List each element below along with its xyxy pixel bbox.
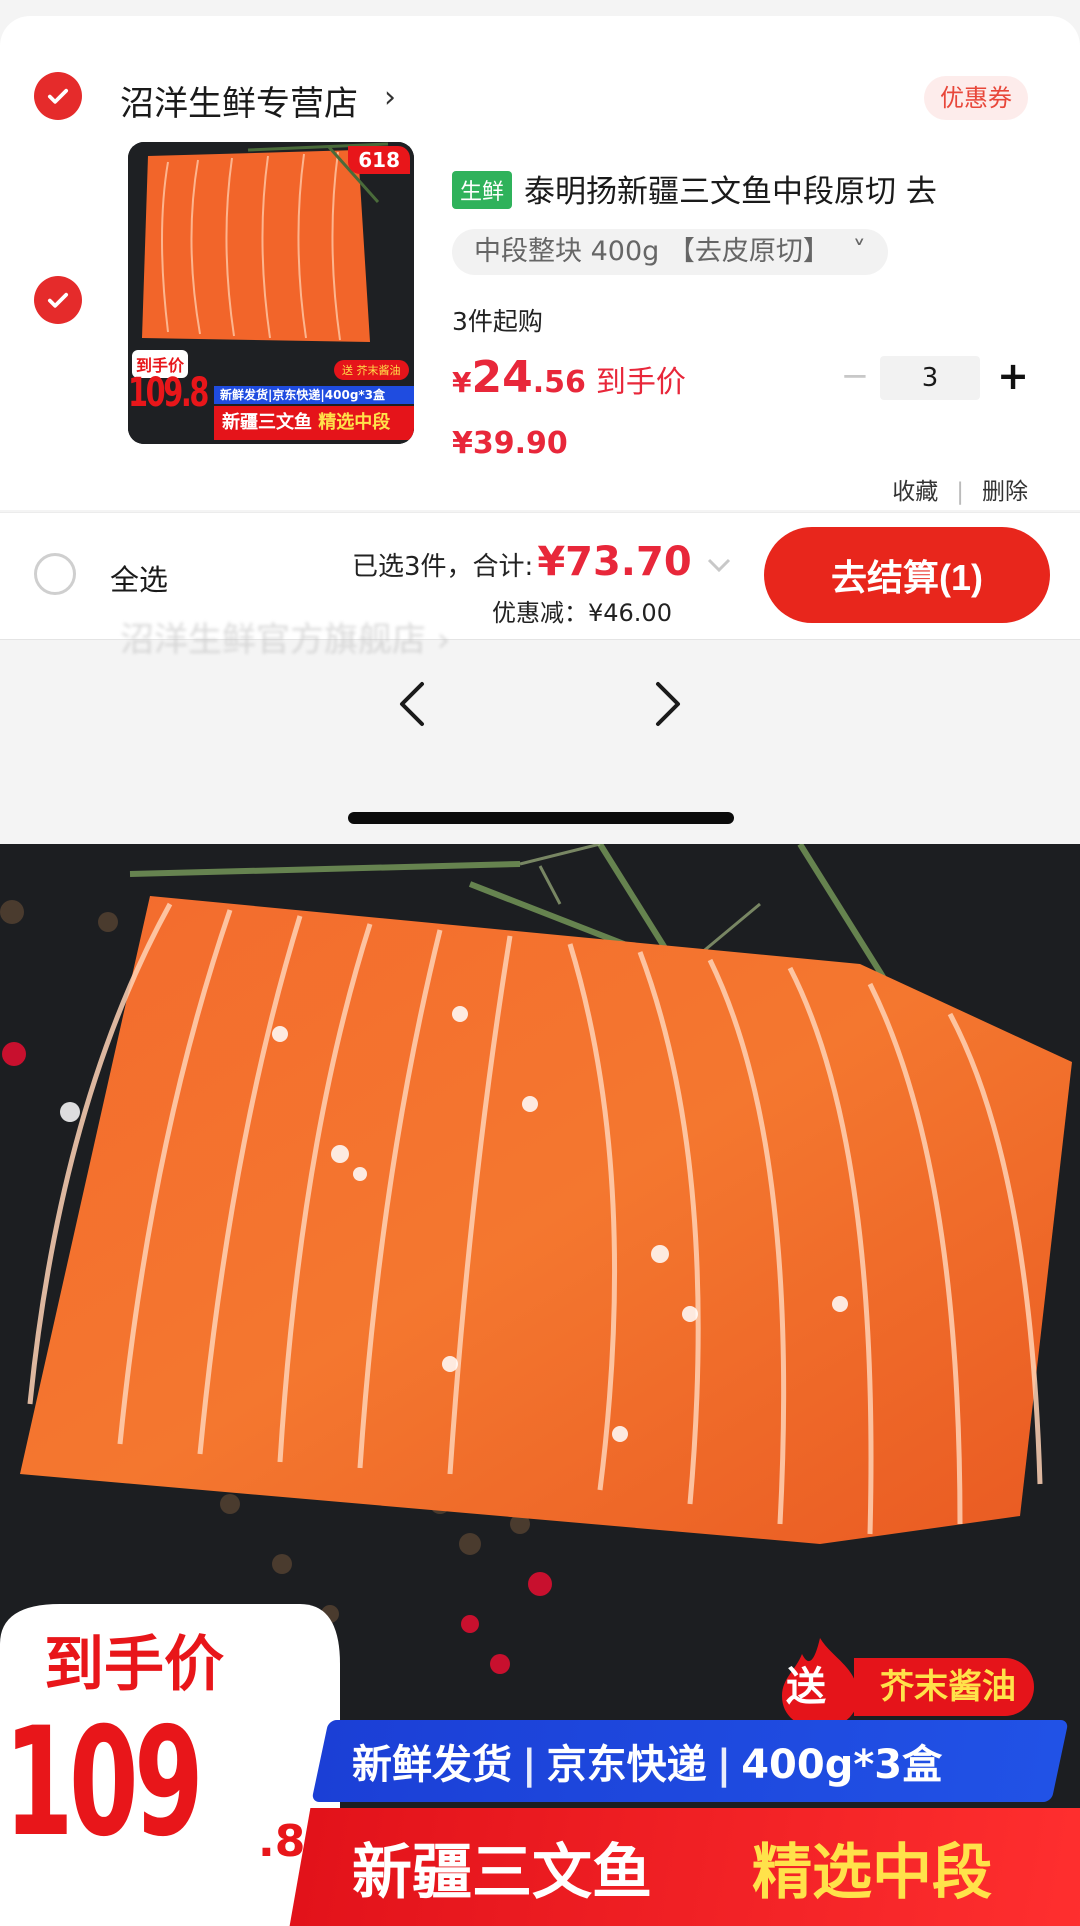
checkmark-icon (47, 88, 69, 104)
price-int: 24 (471, 352, 533, 403)
price-yen: ¥ (452, 366, 472, 399)
selected-count: 已选3件，合计: (352, 552, 534, 582)
item-actions: 收藏 | 删除 (892, 479, 1028, 505)
banner-item-3: 400g*3盒 (741, 1742, 943, 1788)
thumb-price-value: 109.8 (128, 370, 209, 416)
fresh-tag: 生鲜 (452, 171, 513, 209)
product-hero-image[interactable]: 送 芥末酱油 到手价 109 .8 新鲜发货 | 京东快递 | 400g*3盒 新疆三文… (0, 844, 1080, 1926)
chevron-down-icon[interactable] (706, 555, 732, 575)
price-dec: .56 (532, 365, 586, 400)
store-name[interactable]: 沼洋生鲜专营店 (120, 76, 358, 125)
banner-item-2: 京东快递 (546, 1742, 707, 1788)
coupon-button[interactable]: 优惠券 (924, 76, 1028, 120)
min-purchase: 3件起购 (452, 307, 543, 336)
item-check-icon[interactable] (34, 276, 82, 324)
chevron-right-icon[interactable]: › (384, 80, 396, 115)
arrow-right-icon[interactable] (636, 674, 696, 734)
thumb-red-b: 精选中段 (318, 412, 391, 433)
thumb-blue-line: 新鲜发货|京东快递|400g*3盒 (214, 386, 414, 404)
thumb-gift: 送 芥末酱油 (334, 360, 409, 380)
price-label: 到手价 (595, 365, 686, 400)
gift-item-label: 芥末酱油 (854, 1658, 1034, 1716)
hero-price-label: 到手价 (44, 1630, 224, 1700)
discount-amount: 优惠减：¥46.00 (492, 599, 672, 627)
store-check-icon[interactable] (34, 72, 82, 120)
hero-price-dec: .8 (258, 1816, 306, 1867)
product-title[interactable]: 生鲜 泰明扬新疆三文鱼中段原切 去 (452, 166, 1052, 211)
increase-button[interactable]: + (996, 356, 1030, 400)
image-viewer-nav: 沼洋生鲜官方旗舰店 › (0, 620, 1080, 844)
banner-item-1: 新鲜发货 (352, 1742, 512, 1788)
total-price: ¥73.70 (537, 539, 692, 585)
product-title-text[interactable]: 泰明扬新疆三文鱼中段原切 去 (524, 174, 937, 210)
favorite-button[interactable]: 收藏 (892, 479, 938, 505)
arrow-left-icon[interactable] (384, 674, 444, 734)
decrease-button[interactable]: − (840, 356, 870, 400)
final-price: ¥24.56 到手价 (452, 352, 686, 403)
spec-selector[interactable]: 中段整块 400g 【去皮原切】 ˅ (452, 229, 888, 275)
order-summary: 已选3件，合计: ¥73.70 (352, 539, 692, 585)
badge-618: 618 (348, 146, 410, 174)
red-banner-text-b: 精选中段 (752, 1838, 992, 1908)
select-all-radio[interactable] (34, 553, 76, 595)
hero-price-int: 109 (4, 1696, 204, 1870)
gift-send-label: 送 (786, 1664, 826, 1710)
price-badge: 到手价 109 .8 (0, 1604, 330, 1926)
red-banner-text-a: 新疆三文鱼 (352, 1838, 652, 1908)
ghost-store-text: 沼洋生鲜官方旗舰店 › (120, 620, 451, 660)
chevron-down-icon: ˅ (852, 236, 866, 267)
delete-button[interactable]: 删除 (982, 479, 1028, 505)
blue-banner-text: 新鲜发货 | 京东快递 | 400g*3盒 (352, 1742, 943, 1788)
thumb-red-line: 新疆三文鱼 精选中段 (214, 406, 414, 440)
home-indicator[interactable] (348, 812, 734, 824)
gift-sticker: 送 芥末酱油 (772, 1634, 1062, 1730)
store-row[interactable]: 沼洋生鲜专营店 › 优惠券 (0, 56, 1080, 136)
cart-card: 沼洋生鲜专营店 › 优惠券 618 到手价 109.8 送 芥末酱油 新鲜发货|… (0, 16, 1080, 510)
spec-text: 中段整块 400g 【去皮原切】 (474, 236, 830, 267)
checkout-button[interactable]: 去结算(1) (764, 527, 1050, 623)
thumb-red-a: 新疆三文鱼 (222, 412, 312, 433)
original-price: ¥39.90 (452, 426, 568, 461)
select-all-label[interactable]: 全选 (110, 557, 168, 599)
product-thumbnail[interactable]: 618 到手价 109.8 送 芥末酱油 新鲜发货|京东快递|400g*3盒 新… (128, 142, 414, 444)
checkmark-icon (47, 292, 69, 308)
quantity-input[interactable]: 3 (880, 356, 980, 400)
